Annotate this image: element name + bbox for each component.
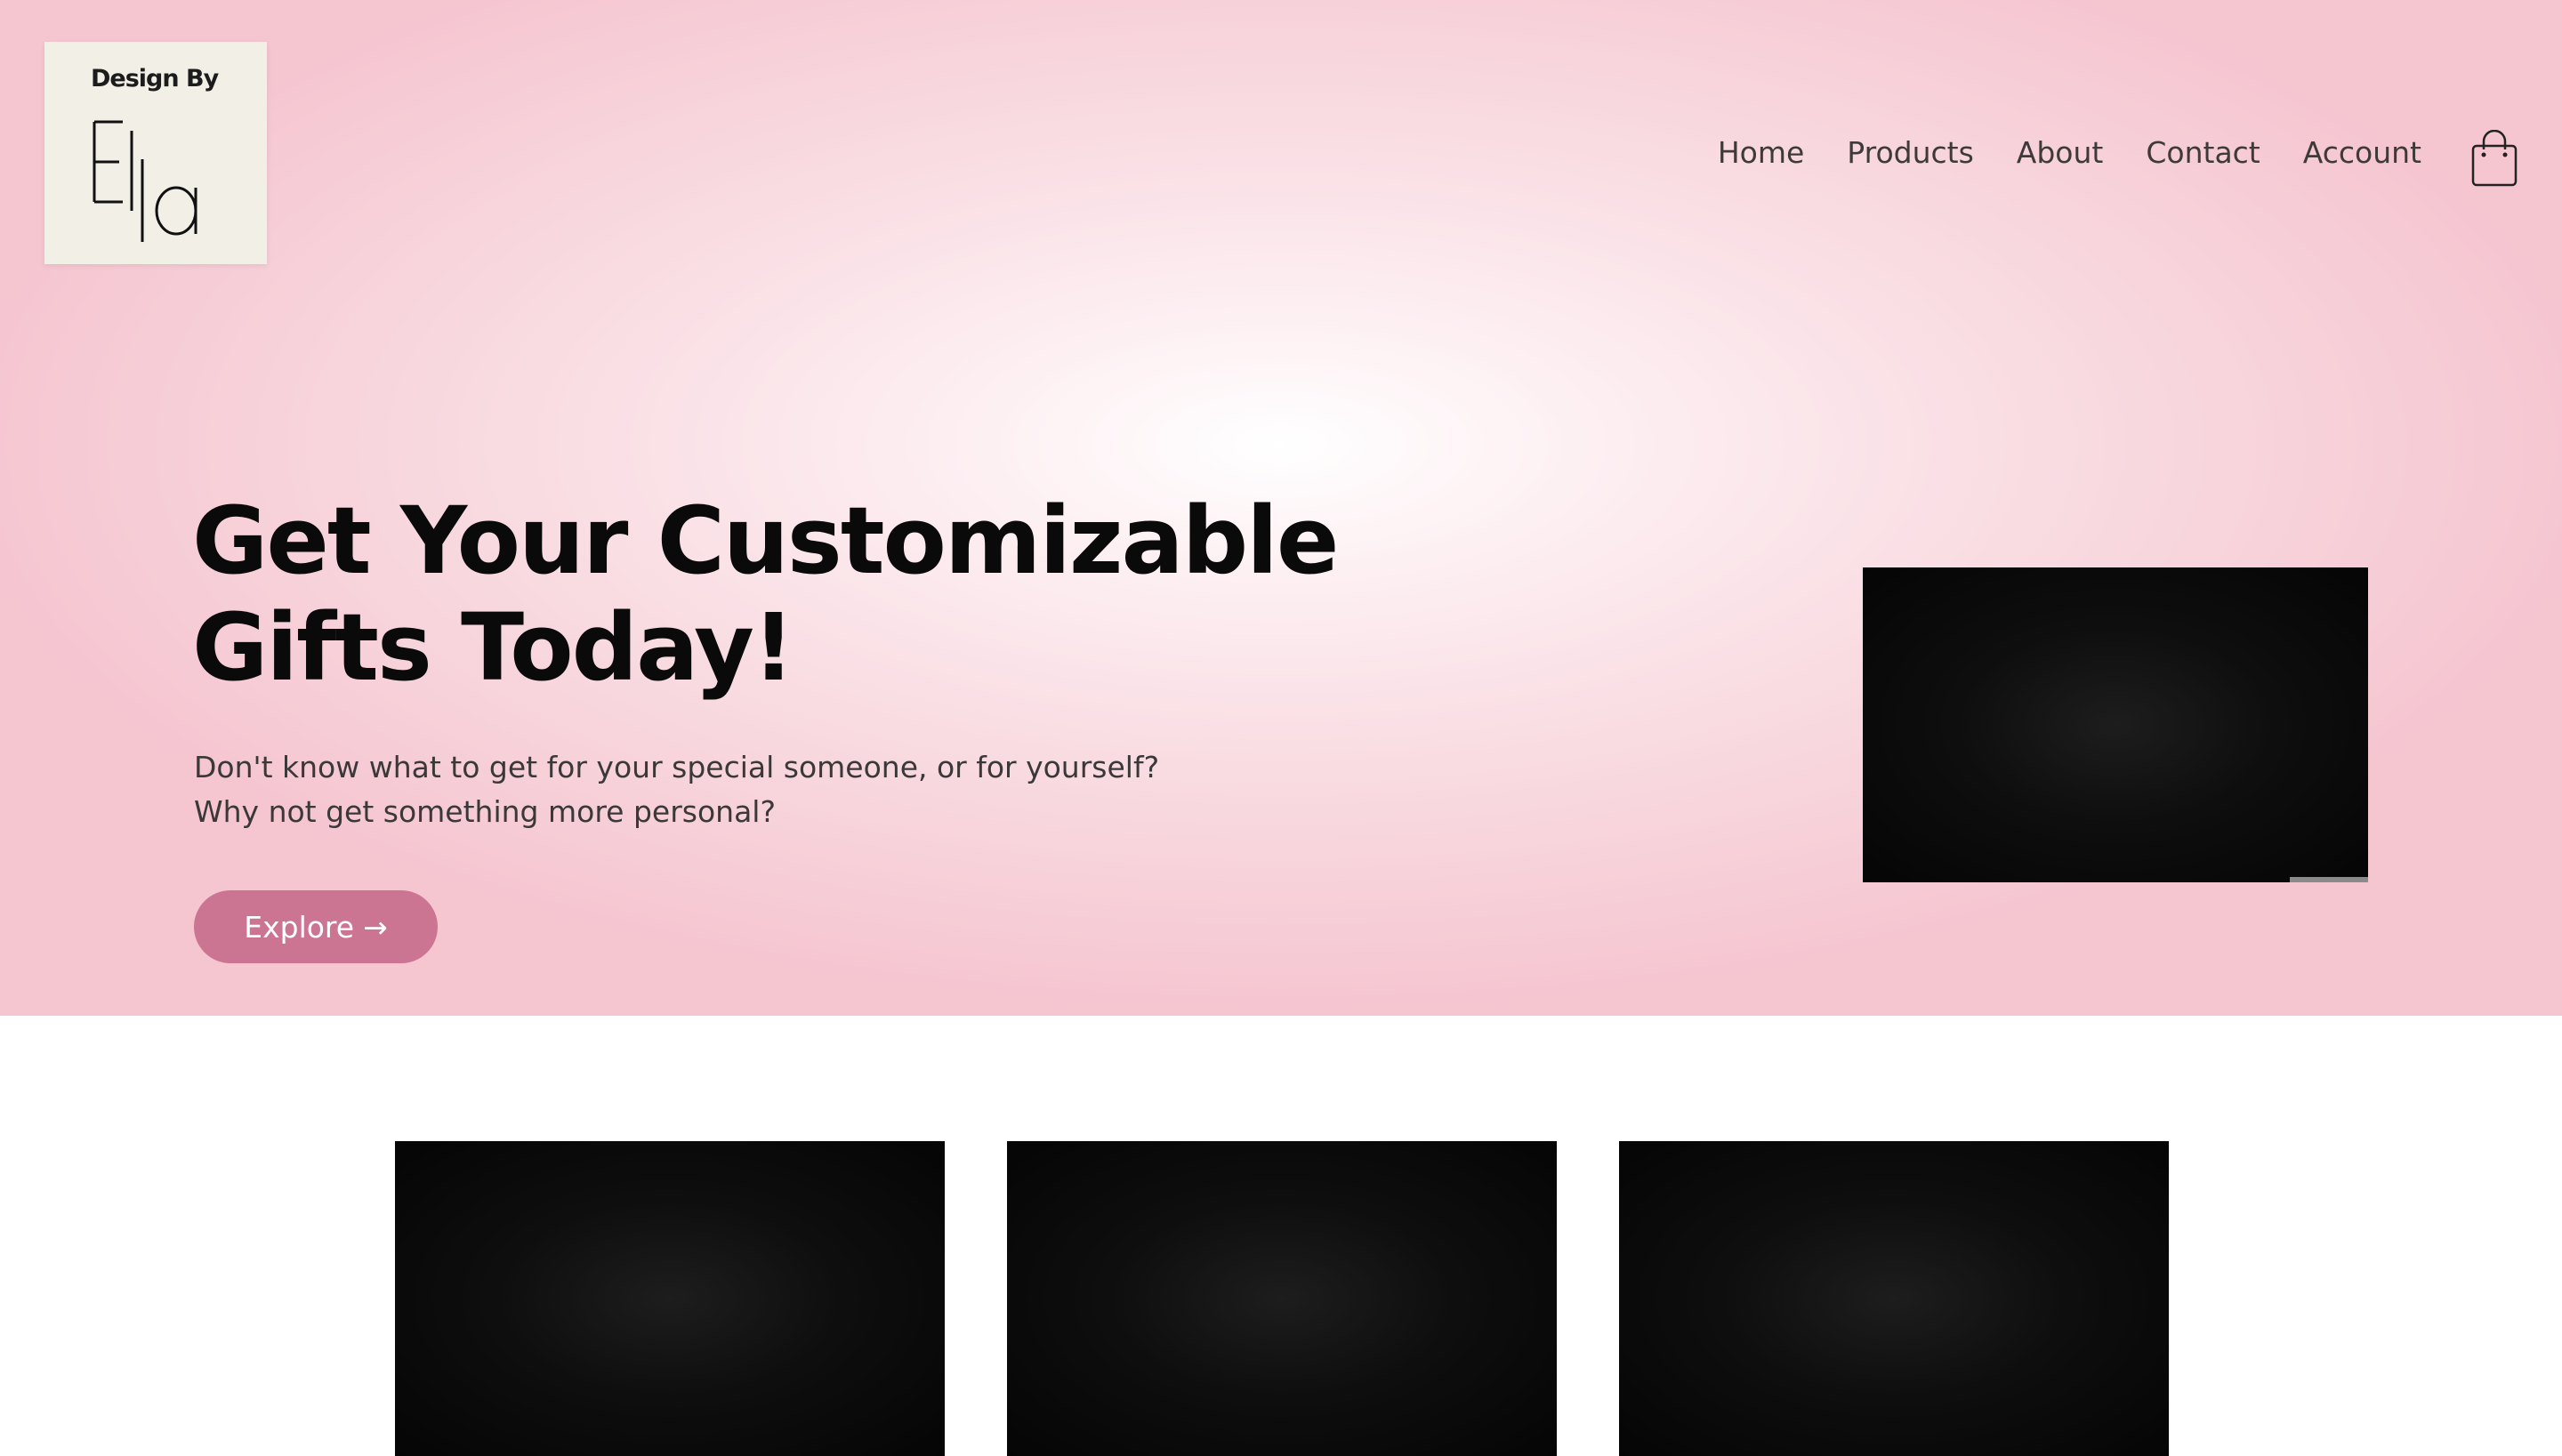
hero-subtext-line2: Why not get something more personal? — [194, 794, 776, 829]
nav-home[interactable]: Home — [1718, 135, 1804, 170]
brand-logo[interactable]: Design By — [44, 42, 267, 264]
explore-button-label: Explore — [244, 909, 355, 945]
shopping-bag-icon[interactable] — [2471, 130, 2518, 187]
arrow-right-icon: → — [363, 909, 388, 945]
hero-video[interactable] — [1863, 567, 2368, 882]
nav-contact[interactable]: Contact — [2146, 135, 2260, 170]
hero-subtext: Don't know what to get for your special … — [194, 745, 1350, 834]
hero-subtext-line1: Don't know what to get for your special … — [194, 750, 1160, 784]
hero-headline: Get Your Customizable Gifts Today! — [192, 487, 1349, 701]
product-video-card[interactable] — [1619, 1141, 2169, 1456]
product-video-card[interactable] — [395, 1141, 945, 1456]
logo-tagline: Design By — [91, 65, 219, 93]
nav-products[interactable]: Products — [1847, 135, 1974, 170]
page: Design By Home Products About Contact Ac… — [0, 0, 2562, 1456]
nav-account[interactable]: Account — [2303, 135, 2421, 170]
main-nav: Home Products About Contact Account — [1718, 135, 2421, 170]
hero-section: Design By Home Products About Contact Ac… — [0, 0, 2562, 1016]
explore-button[interactable]: Explore → — [194, 890, 438, 963]
hero-headline-line2: Gifts Today! — [192, 593, 794, 702]
video-progress-bar[interactable] — [2290, 877, 2368, 882]
product-video-card[interactable] — [1007, 1141, 1557, 1456]
logo-mark-icon — [93, 120, 197, 242]
nav-about[interactable]: About — [2017, 135, 2104, 170]
product-cards — [395, 1141, 2169, 1456]
hero-headline-line1: Get Your Customizable — [192, 487, 1339, 595]
